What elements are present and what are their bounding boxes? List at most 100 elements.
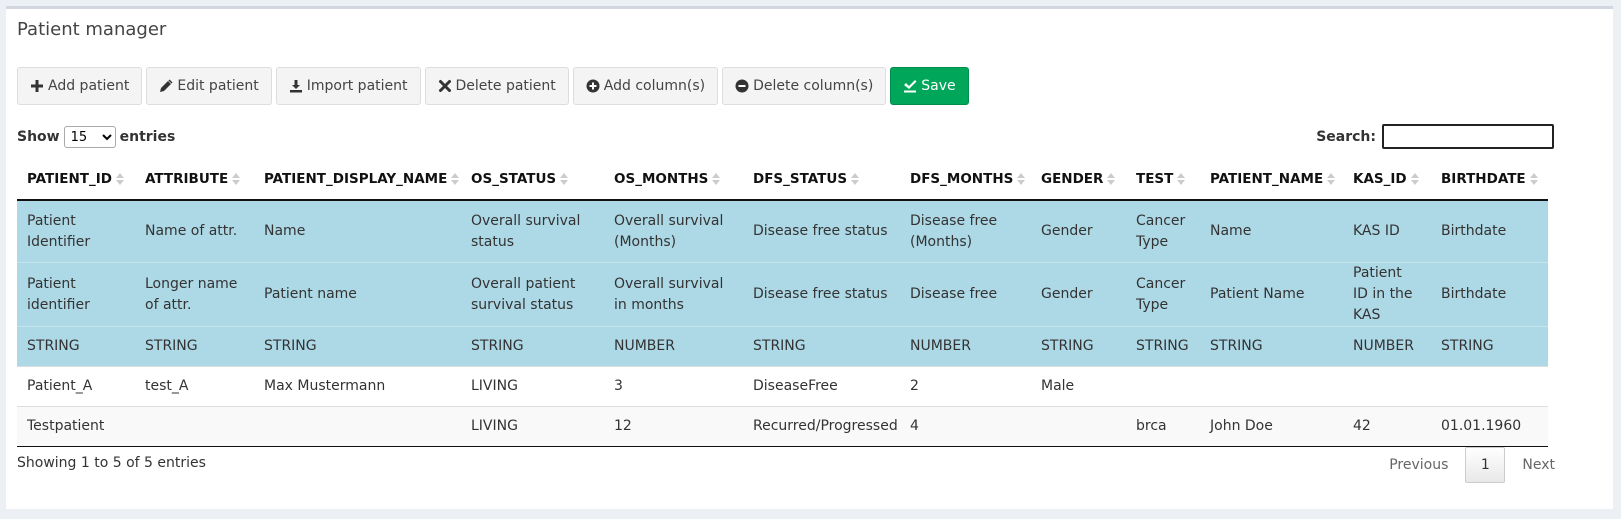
delete-columns-button[interactable]: Delete column(s) bbox=[722, 67, 887, 105]
page-length-control: Show 15 entries bbox=[17, 126, 175, 148]
previous-button[interactable]: Previous bbox=[1372, 457, 1465, 473]
table-cell: DiseaseFree bbox=[743, 366, 900, 407]
column-header[interactable]: GENDER bbox=[1031, 159, 1126, 201]
header-row: PATIENT_ID ATTRIBUTE PATIENT_DISPLAY_NAME O… bbox=[17, 159, 1548, 201]
table-cell bbox=[1431, 366, 1548, 407]
delete-patient-button[interactable]: Delete patient bbox=[424, 67, 569, 105]
sort-icon bbox=[1410, 173, 1419, 185]
meta-cell: STRING bbox=[1200, 326, 1343, 367]
meta-row: Patient Identifier Name of attr. Name Overa… bbox=[17, 199, 1548, 263]
table-row[interactable]: Patient_A test_A Max Mustermann LIVING 3 Dise… bbox=[17, 366, 1548, 407]
column-header-label: OS_STATUS bbox=[471, 171, 557, 187]
table-cell: Patient_A bbox=[17, 366, 135, 407]
meta-cell: Disease free (Months) bbox=[900, 199, 1031, 263]
table-cell: Testpatient bbox=[17, 406, 135, 447]
sort-icon bbox=[116, 173, 124, 185]
meta-cell: Cancer Type bbox=[1126, 262, 1200, 327]
import-patient-label: Import patient bbox=[306, 78, 408, 94]
column-header[interactable]: BIRTHDATE bbox=[1431, 159, 1548, 201]
meta-cell: Longer name of attr. bbox=[135, 262, 254, 327]
meta-cell: Name of attr. bbox=[135, 199, 254, 263]
meta-cell: KAS ID bbox=[1343, 199, 1431, 263]
table-cell bbox=[1343, 366, 1431, 407]
table-cell bbox=[1031, 406, 1126, 447]
column-header[interactable]: OS_MONTHS bbox=[604, 159, 743, 201]
column-header-label: ATTRIBUTE bbox=[145, 171, 229, 187]
show-label: Show bbox=[17, 129, 60, 145]
import-patient-button[interactable]: Import patient bbox=[275, 67, 421, 105]
meta-cell: STRING bbox=[743, 326, 900, 367]
page-length-select[interactable]: 15 bbox=[63, 126, 116, 148]
column-header-label: DFS_STATUS bbox=[753, 171, 848, 187]
meta-cell: NUMBER bbox=[604, 326, 743, 367]
column-header[interactable]: OS_STATUS bbox=[461, 159, 604, 201]
table-cell bbox=[254, 406, 461, 447]
table-cell bbox=[1126, 366, 1200, 407]
save-icon bbox=[903, 79, 917, 93]
column-header-label: OS_MONTHS bbox=[614, 171, 709, 187]
meta-row: Patient identifier Longer name of attr. Pa… bbox=[17, 262, 1548, 327]
pencil-icon bbox=[159, 79, 173, 93]
table-cell: 12 bbox=[604, 406, 743, 447]
table-cell: LIVING bbox=[461, 406, 604, 447]
table-cell: 2 bbox=[900, 366, 1031, 407]
meta-cell: STRING bbox=[17, 326, 135, 367]
next-button[interactable]: Next bbox=[1505, 457, 1572, 473]
meta-cell: Birthdate bbox=[1431, 262, 1548, 327]
delete-columns-label: Delete column(s) bbox=[753, 78, 874, 94]
meta-cell: STRING bbox=[461, 326, 604, 367]
column-header[interactable]: PATIENT_DISPLAY_NAME bbox=[254, 159, 461, 201]
meta-cell: Cancer Type bbox=[1126, 199, 1200, 263]
plus-circle-icon bbox=[586, 79, 600, 93]
table-cell: 4 bbox=[900, 406, 1031, 447]
search-input[interactable] bbox=[1382, 124, 1554, 149]
plus-icon bbox=[30, 79, 44, 93]
meta-cell: NUMBER bbox=[900, 326, 1031, 367]
meta-cell: Overall patient survival status bbox=[461, 262, 604, 327]
page-button-1[interactable]: 1 bbox=[1465, 447, 1506, 483]
add-columns-button[interactable]: Add column(s) bbox=[572, 67, 719, 105]
page-title: Patient manager bbox=[17, 19, 167, 40]
edit-patient-label: Edit patient bbox=[177, 78, 259, 94]
table-cell: John Doe bbox=[1200, 406, 1343, 447]
meta-cell: Name bbox=[254, 199, 461, 263]
column-header-label: PATIENT_DISPLAY_NAME bbox=[264, 171, 448, 187]
download-icon bbox=[289, 79, 303, 93]
meta-cell: STRING bbox=[254, 326, 461, 367]
sort-icon bbox=[451, 173, 460, 185]
column-header[interactable]: PATIENT_ID bbox=[17, 159, 135, 201]
meta-cell: Disease free status bbox=[743, 199, 900, 263]
edit-patient-button[interactable]: Edit patient bbox=[146, 67, 272, 105]
column-header[interactable]: TEST bbox=[1126, 159, 1200, 201]
meta-cell: Patient name bbox=[254, 262, 461, 327]
table-row[interactable]: Testpatient LIVING 12 Recurred/Progressed 4 b… bbox=[17, 406, 1548, 447]
table-cell: 42 bbox=[1343, 406, 1431, 447]
entries-label: entries bbox=[119, 129, 176, 145]
column-header[interactable]: KAS_ID bbox=[1343, 159, 1431, 201]
table-cell bbox=[135, 406, 254, 447]
sort-icon bbox=[1327, 173, 1336, 185]
column-header[interactable]: DFS_MONTHS bbox=[900, 159, 1031, 201]
save-button[interactable]: Save bbox=[890, 67, 969, 105]
column-header-label: TEST bbox=[1136, 171, 1174, 187]
meta-cell: Gender bbox=[1031, 262, 1126, 327]
table-cell: Recurred/Progressed bbox=[743, 406, 900, 447]
column-header[interactable]: ATTRIBUTE bbox=[135, 159, 254, 201]
table-cell bbox=[1200, 366, 1343, 407]
toolbar: Add patient Edit patient Import patient … bbox=[17, 67, 969, 105]
add-patient-button[interactable]: Add patient bbox=[17, 67, 143, 105]
column-header[interactable]: PATIENT_NAME bbox=[1200, 159, 1343, 201]
table-cell: LIVING bbox=[461, 366, 604, 407]
pagination: Previous 1 Next bbox=[1372, 447, 1572, 483]
meta-cell: Disease free bbox=[900, 262, 1031, 327]
minus-circle-icon bbox=[735, 79, 749, 93]
save-label: Save bbox=[921, 78, 956, 94]
meta-cell: STRING bbox=[135, 326, 254, 367]
column-header[interactable]: DFS_STATUS bbox=[743, 159, 900, 201]
table-body: Patient Identifier Name of attr. Name Overa… bbox=[17, 199, 1548, 447]
sort-icon bbox=[712, 173, 721, 185]
meta-cell: STRING bbox=[1031, 326, 1126, 367]
column-header-label: DFS_MONTHS bbox=[910, 171, 1014, 187]
table-cell: Male bbox=[1031, 366, 1126, 407]
sort-icon bbox=[1529, 173, 1538, 185]
